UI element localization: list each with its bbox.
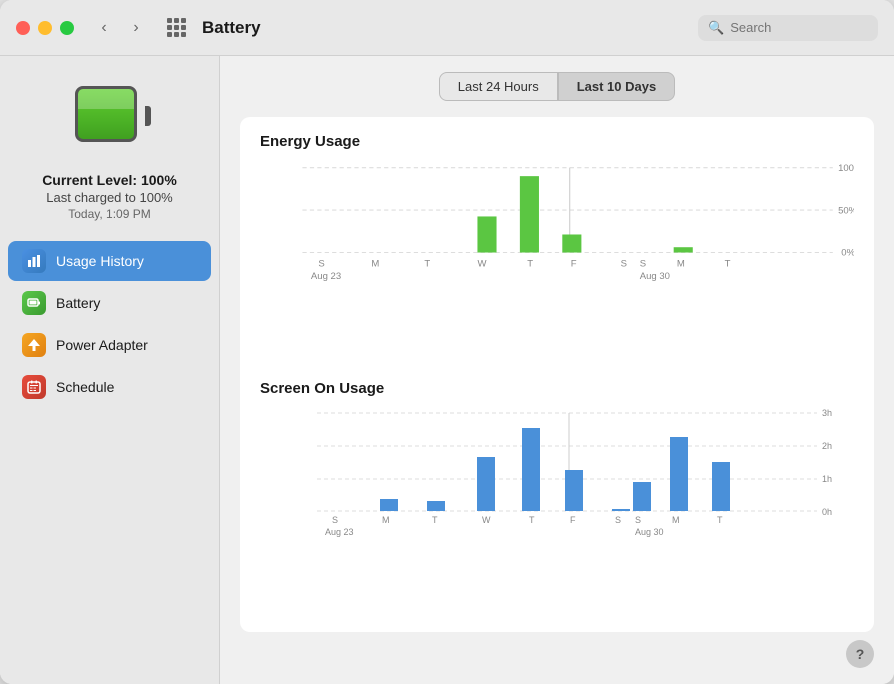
sidebar-item-usage-history-label: Usage History <box>56 253 144 269</box>
svg-text:W: W <box>482 515 491 525</box>
titlebar: ‹ › Battery 🔍 <box>0 0 894 56</box>
sidebar-item-schedule-label: Schedule <box>56 379 114 395</box>
back-button[interactable]: ‹ <box>90 14 118 42</box>
svg-text:S: S <box>615 515 621 525</box>
charts-area: Energy Usage 100% 50% 0% <box>240 117 874 632</box>
nav-buttons: ‹ › <box>90 14 150 42</box>
svg-text:3h: 3h <box>822 408 832 418</box>
tab-bar: Last 24 Hours Last 10 Days <box>240 72 874 101</box>
battery-time-label: Today, 1:09 PM <box>42 207 177 221</box>
svg-text:T: T <box>527 258 533 269</box>
screen-chart-title: Screen On Usage <box>260 380 854 397</box>
svg-text:F: F <box>570 515 576 525</box>
svg-text:S: S <box>621 258 627 269</box>
svg-text:Aug 23: Aug 23 <box>311 271 341 282</box>
energy-chart-svg: 100% 50% 0% <box>260 156 854 296</box>
energy-chart-container: 100% 50% 0% <box>260 156 854 296</box>
usage-history-icon <box>22 249 46 273</box>
svg-text:Aug 30: Aug 30 <box>640 271 670 282</box>
battery-tip <box>145 106 151 126</box>
detail-panel: Last 24 Hours Last 10 Days Energy Usage <box>220 56 894 684</box>
sidebar-item-power-adapter[interactable]: Power Adapter <box>8 325 211 365</box>
schedule-icon <box>22 375 46 399</box>
sidebar-item-power-adapter-label: Power Adapter <box>56 337 148 353</box>
tab-last-24h[interactable]: Last 24 Hours <box>439 72 558 101</box>
svg-text:0h: 0h <box>822 507 832 517</box>
svg-text:F: F <box>571 258 577 269</box>
search-input[interactable] <box>730 20 870 35</box>
search-box[interactable]: 🔍 <box>698 15 878 41</box>
battery-charged-label: Last charged to 100% <box>42 190 177 205</box>
svg-text:M: M <box>672 515 680 525</box>
forward-button[interactable]: › <box>122 14 150 42</box>
maximize-button[interactable] <box>60 21 74 35</box>
battery-body <box>75 86 137 142</box>
svg-text:Aug 30: Aug 30 <box>635 527 664 537</box>
minimize-button[interactable] <box>38 21 52 35</box>
screen-chart-container: 3h 2h 1h 0h <box>260 403 854 543</box>
help-button[interactable]: ? <box>846 640 874 668</box>
window-title: Battery <box>202 18 698 38</box>
battery-nav-icon <box>22 291 46 315</box>
svg-text:T: T <box>725 258 731 269</box>
svg-text:0%: 0% <box>841 248 854 259</box>
battery-graphic <box>75 86 145 146</box>
sidebar-nav: Usage History Battery <box>0 241 219 409</box>
battery-level-label: Current Level: 100% <box>42 172 177 188</box>
svg-text:T: T <box>432 515 438 525</box>
energy-chart-section: Energy Usage 100% 50% 0% <box>260 133 854 370</box>
svg-text:S: S <box>332 515 338 525</box>
screen-chart-section: Screen On Usage 3h 2h 1h 0h <box>260 380 854 617</box>
traffic-lights <box>16 21 74 35</box>
svg-text:W: W <box>477 258 486 269</box>
power-adapter-icon <box>22 333 46 357</box>
svg-text:T: T <box>717 515 723 525</box>
svg-text:100%: 100% <box>838 163 854 174</box>
close-button[interactable] <box>16 21 30 35</box>
screen-chart-svg: 3h 2h 1h 0h <box>260 403 854 543</box>
grid-icon <box>167 18 186 37</box>
svg-text:S: S <box>318 258 324 269</box>
sidebar-item-battery[interactable]: Battery <box>8 283 211 323</box>
svg-text:M: M <box>382 515 390 525</box>
main-content: Current Level: 100% Last charged to 100%… <box>0 56 894 684</box>
battery-info: Current Level: 100% Last charged to 100%… <box>42 172 177 221</box>
svg-text:M: M <box>677 258 685 269</box>
svg-text:M: M <box>371 258 379 269</box>
svg-text:50%: 50% <box>838 205 854 216</box>
help-btn-container: ? <box>240 632 874 668</box>
svg-text:S: S <box>640 258 646 269</box>
svg-text:T: T <box>424 258 430 269</box>
sidebar-item-battery-label: Battery <box>56 295 100 311</box>
sidebar-item-usage-history[interactable]: Usage History <box>8 241 211 281</box>
svg-text:1h: 1h <box>822 474 832 484</box>
sidebar-item-schedule[interactable]: Schedule <box>8 367 211 407</box>
search-icon: 🔍 <box>708 20 724 36</box>
svg-text:2h: 2h <box>822 441 832 451</box>
apps-grid-button[interactable] <box>162 14 190 42</box>
svg-text:S: S <box>635 515 641 525</box>
battery-image <box>70 76 150 156</box>
energy-chart-title: Energy Usage <box>260 133 854 150</box>
sidebar: Current Level: 100% Last charged to 100%… <box>0 56 220 684</box>
svg-text:Aug 23: Aug 23 <box>325 527 354 537</box>
tab-last-10d[interactable]: Last 10 Days <box>558 72 676 101</box>
svg-text:T: T <box>529 515 535 525</box>
main-window: ‹ › Battery 🔍 <box>0 0 894 684</box>
